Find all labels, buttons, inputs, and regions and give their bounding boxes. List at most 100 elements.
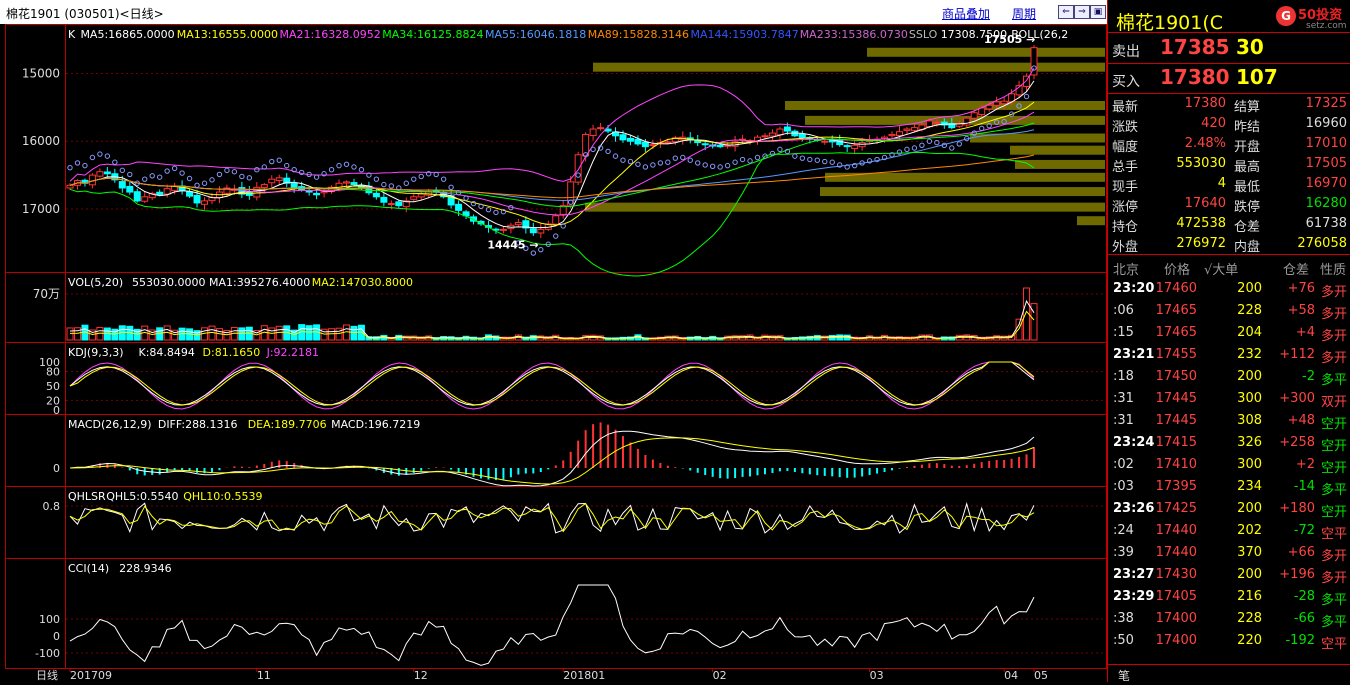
tick-row[interactable]: :39 17440 370 +66 多开 bbox=[1108, 542, 1350, 564]
candle-body bbox=[133, 191, 141, 202]
tick-header-diff: 仓差 bbox=[1283, 263, 1310, 278]
candle-body bbox=[372, 192, 380, 198]
candle-body bbox=[574, 154, 582, 183]
tick-row[interactable]: :15 17465 204 +4 多开 bbox=[1108, 322, 1350, 344]
stat-label: 幅度 bbox=[1112, 140, 1139, 155]
cci-tick-label: 100 bbox=[39, 613, 60, 626]
k-legend-item: MA21:16328.0952 bbox=[280, 28, 381, 41]
candle-body bbox=[499, 228, 507, 231]
tick-price: 17440 bbox=[1155, 523, 1197, 538]
candle-body bbox=[821, 140, 829, 143]
vol-legend-item: MA2:147030.8000 bbox=[312, 276, 413, 289]
tick-row[interactable]: :38 17400 228 -66 多平 bbox=[1108, 608, 1350, 630]
chart-area[interactable]: K MA5:16865.0000 MA13:16555.0000 MA21:16328… bbox=[0, 24, 1107, 682]
tick-row[interactable]: :18 17450 200 -2 多平 bbox=[1108, 366, 1350, 388]
volume-bar bbox=[305, 325, 313, 341]
qhlsr-legend-item: QHL10:0.5539 bbox=[183, 490, 262, 503]
tick-nature: 多开 bbox=[1321, 351, 1348, 366]
volume-bar bbox=[238, 327, 246, 341]
tick-price: 17455 bbox=[1155, 347, 1197, 362]
candle-body bbox=[410, 196, 418, 200]
ask-price: 17385 bbox=[1160, 35, 1230, 59]
tick-row[interactable]: 23:29 17405 216 -28 多平 bbox=[1108, 586, 1350, 608]
cci-tick-label: 0 bbox=[53, 630, 60, 643]
tick-row[interactable]: 23:20 17460 200 +76 多开 bbox=[1108, 278, 1350, 300]
stats-row: 幅度 2.48% 开盘 17010 bbox=[1108, 134, 1350, 155]
tick-row[interactable]: :31 17445 308 +48 空开 bbox=[1108, 410, 1350, 432]
tick-nature: 多平 bbox=[1321, 373, 1348, 388]
stat-value: 2.48% bbox=[1184, 136, 1226, 151]
tick-price: 17445 bbox=[1155, 391, 1197, 406]
contract-title: 棉花1901(C bbox=[1116, 12, 1224, 34]
chart-svg: K MA5:16865.0000 MA13:16555.0000 MA21:16328… bbox=[0, 24, 1107, 682]
tick-price: 17440 bbox=[1155, 545, 1197, 560]
tick-row[interactable]: :24 17440 202 -72 空平 bbox=[1108, 520, 1350, 542]
candle-body bbox=[933, 121, 941, 124]
k-legend-item: MA5:16865.0000 bbox=[80, 28, 174, 41]
stat-label: 现手 bbox=[1112, 180, 1139, 195]
period-button[interactable]: 周期 bbox=[1012, 5, 1036, 22]
stat-value: 17640 bbox=[1184, 196, 1226, 211]
stat-label: 涨跌 bbox=[1112, 120, 1139, 135]
x-tick-label: 05 bbox=[1034, 669, 1048, 682]
kdj-legend-item: J:92.2181 bbox=[266, 346, 319, 359]
tick-row[interactable]: :31 17445 300 +300 双开 bbox=[1108, 388, 1350, 410]
candle-body bbox=[350, 182, 358, 186]
tick-header-vol[interactable]: √大单 bbox=[1204, 259, 1238, 278]
tick-nature: 空开 bbox=[1321, 439, 1348, 454]
candle-body bbox=[66, 184, 74, 189]
candle-body bbox=[514, 222, 522, 226]
stat-label: 最低 bbox=[1234, 180, 1261, 195]
tick-oi-change: +112 bbox=[1279, 347, 1315, 362]
candle-body bbox=[552, 215, 560, 225]
tick-header-price: 价格 bbox=[1164, 263, 1191, 278]
site-logo: G 50投资 setz.com bbox=[1276, 4, 1350, 34]
tick-row[interactable]: 23:27 17430 200 +196 多开 bbox=[1108, 564, 1350, 586]
tick-nature: 多平 bbox=[1321, 615, 1348, 630]
candle-body bbox=[417, 193, 425, 198]
candle-body bbox=[634, 138, 642, 145]
tick-nature: 空开 bbox=[1321, 461, 1348, 476]
tick-volume: 200 bbox=[1237, 369, 1262, 384]
tick-row[interactable]: 23:26 17425 200 +180 空开 bbox=[1108, 498, 1350, 520]
cci-legend-item: CCI(14) bbox=[68, 562, 109, 575]
tick-volume: 370 bbox=[1237, 545, 1262, 560]
candle-body bbox=[290, 182, 298, 188]
stat-label: 昨结 bbox=[1234, 120, 1261, 135]
footer-label: 笔 bbox=[1118, 669, 1131, 683]
tick-row[interactable]: 23:21 17455 232 +112 多开 bbox=[1108, 344, 1350, 366]
candle-body bbox=[664, 141, 672, 144]
maximize-icon[interactable]: ▣ bbox=[1090, 5, 1106, 19]
candle-body bbox=[761, 135, 769, 138]
tick-volume: 232 bbox=[1237, 347, 1262, 362]
k-legend-item: MA13:16555.0000 bbox=[177, 28, 278, 41]
stat-label: 最新 bbox=[1112, 100, 1139, 115]
candle-body bbox=[963, 117, 971, 126]
tick-row[interactable]: :02 17410 300 +2 空开 bbox=[1108, 454, 1350, 476]
stat-value: 553030 bbox=[1176, 156, 1226, 171]
candle-body bbox=[970, 112, 978, 119]
commodity-overlay-button[interactable]: 商品叠加 bbox=[942, 5, 990, 22]
candle-body bbox=[342, 181, 350, 184]
tick-row[interactable]: 23:24 17415 326 +258 空开 bbox=[1108, 432, 1350, 454]
tick-time: :02 bbox=[1113, 457, 1134, 472]
candle-body bbox=[201, 200, 209, 205]
tick-row[interactable]: :06 17465 228 +58 多开 bbox=[1108, 300, 1350, 322]
tick-oi-change: +196 bbox=[1279, 567, 1315, 582]
tick-row[interactable]: :50 17400 220 -192 空平 bbox=[1108, 630, 1350, 652]
candle-body bbox=[619, 134, 627, 141]
stats-row: 涨跌 420 昨结 16960 bbox=[1108, 114, 1350, 135]
k-legend-item: MA55:16046.1818 bbox=[485, 28, 586, 41]
candle-body bbox=[888, 133, 896, 137]
tick-volume: 200 bbox=[1237, 567, 1262, 582]
tick-time: :06 bbox=[1113, 303, 1134, 318]
tick-nature: 双开 bbox=[1321, 395, 1348, 410]
zoom-out-icon[interactable]: ⇒ bbox=[1074, 5, 1090, 19]
zoom-in-icon[interactable]: ⇐ bbox=[1058, 5, 1074, 19]
tick-row[interactable]: :03 17395 234 -14 多平 bbox=[1108, 476, 1350, 498]
tick-time: :50 bbox=[1113, 633, 1134, 648]
stat-label: 最高 bbox=[1234, 160, 1261, 175]
tick-volume: 308 bbox=[1237, 413, 1262, 428]
candle-body bbox=[993, 101, 1001, 106]
candle-body bbox=[649, 144, 657, 147]
